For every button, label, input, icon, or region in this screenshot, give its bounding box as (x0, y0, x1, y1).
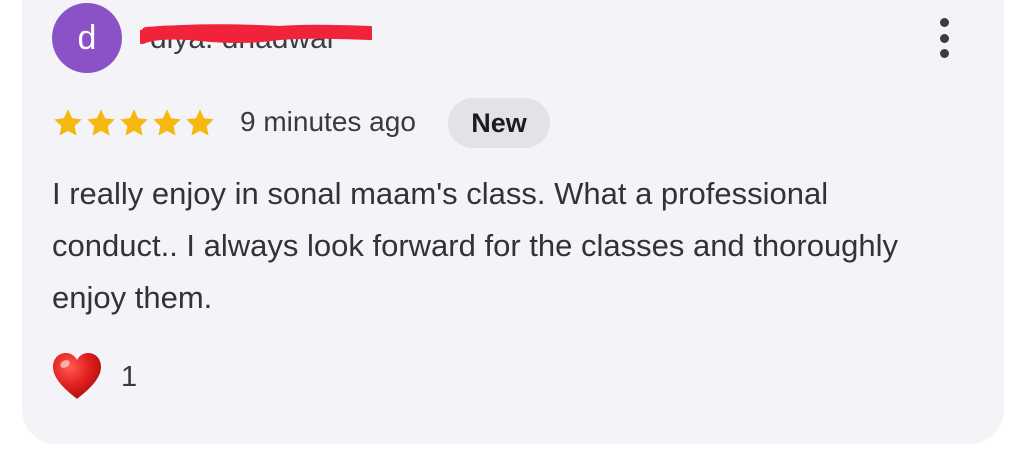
avatar-initial: d (77, 19, 97, 57)
star-icon (87, 109, 115, 136)
review-text: I really enjoy in sonal maam's class. Wh… (52, 176, 899, 315)
avatar[interactable]: d (52, 3, 122, 73)
redaction-mark (140, 24, 372, 44)
more-dot (939, 33, 949, 43)
author-name[interactable]: diya. dhadwal (140, 16, 372, 56)
more-vertical-icon (939, 18, 949, 27)
reaction-count: 1 (121, 361, 138, 393)
reaction-button[interactable] (50, 349, 104, 403)
red-heart-icon (53, 353, 101, 399)
review-time: 9 minutes ago (240, 106, 416, 137)
star-icon (153, 109, 181, 136)
star-icon (186, 109, 214, 136)
star-icon (54, 109, 82, 136)
star-rating (52, 107, 216, 139)
new-badge: New (448, 98, 550, 148)
star-icon (120, 109, 148, 136)
more-options-button[interactable] (926, 14, 962, 62)
more-dot (939, 49, 949, 58)
